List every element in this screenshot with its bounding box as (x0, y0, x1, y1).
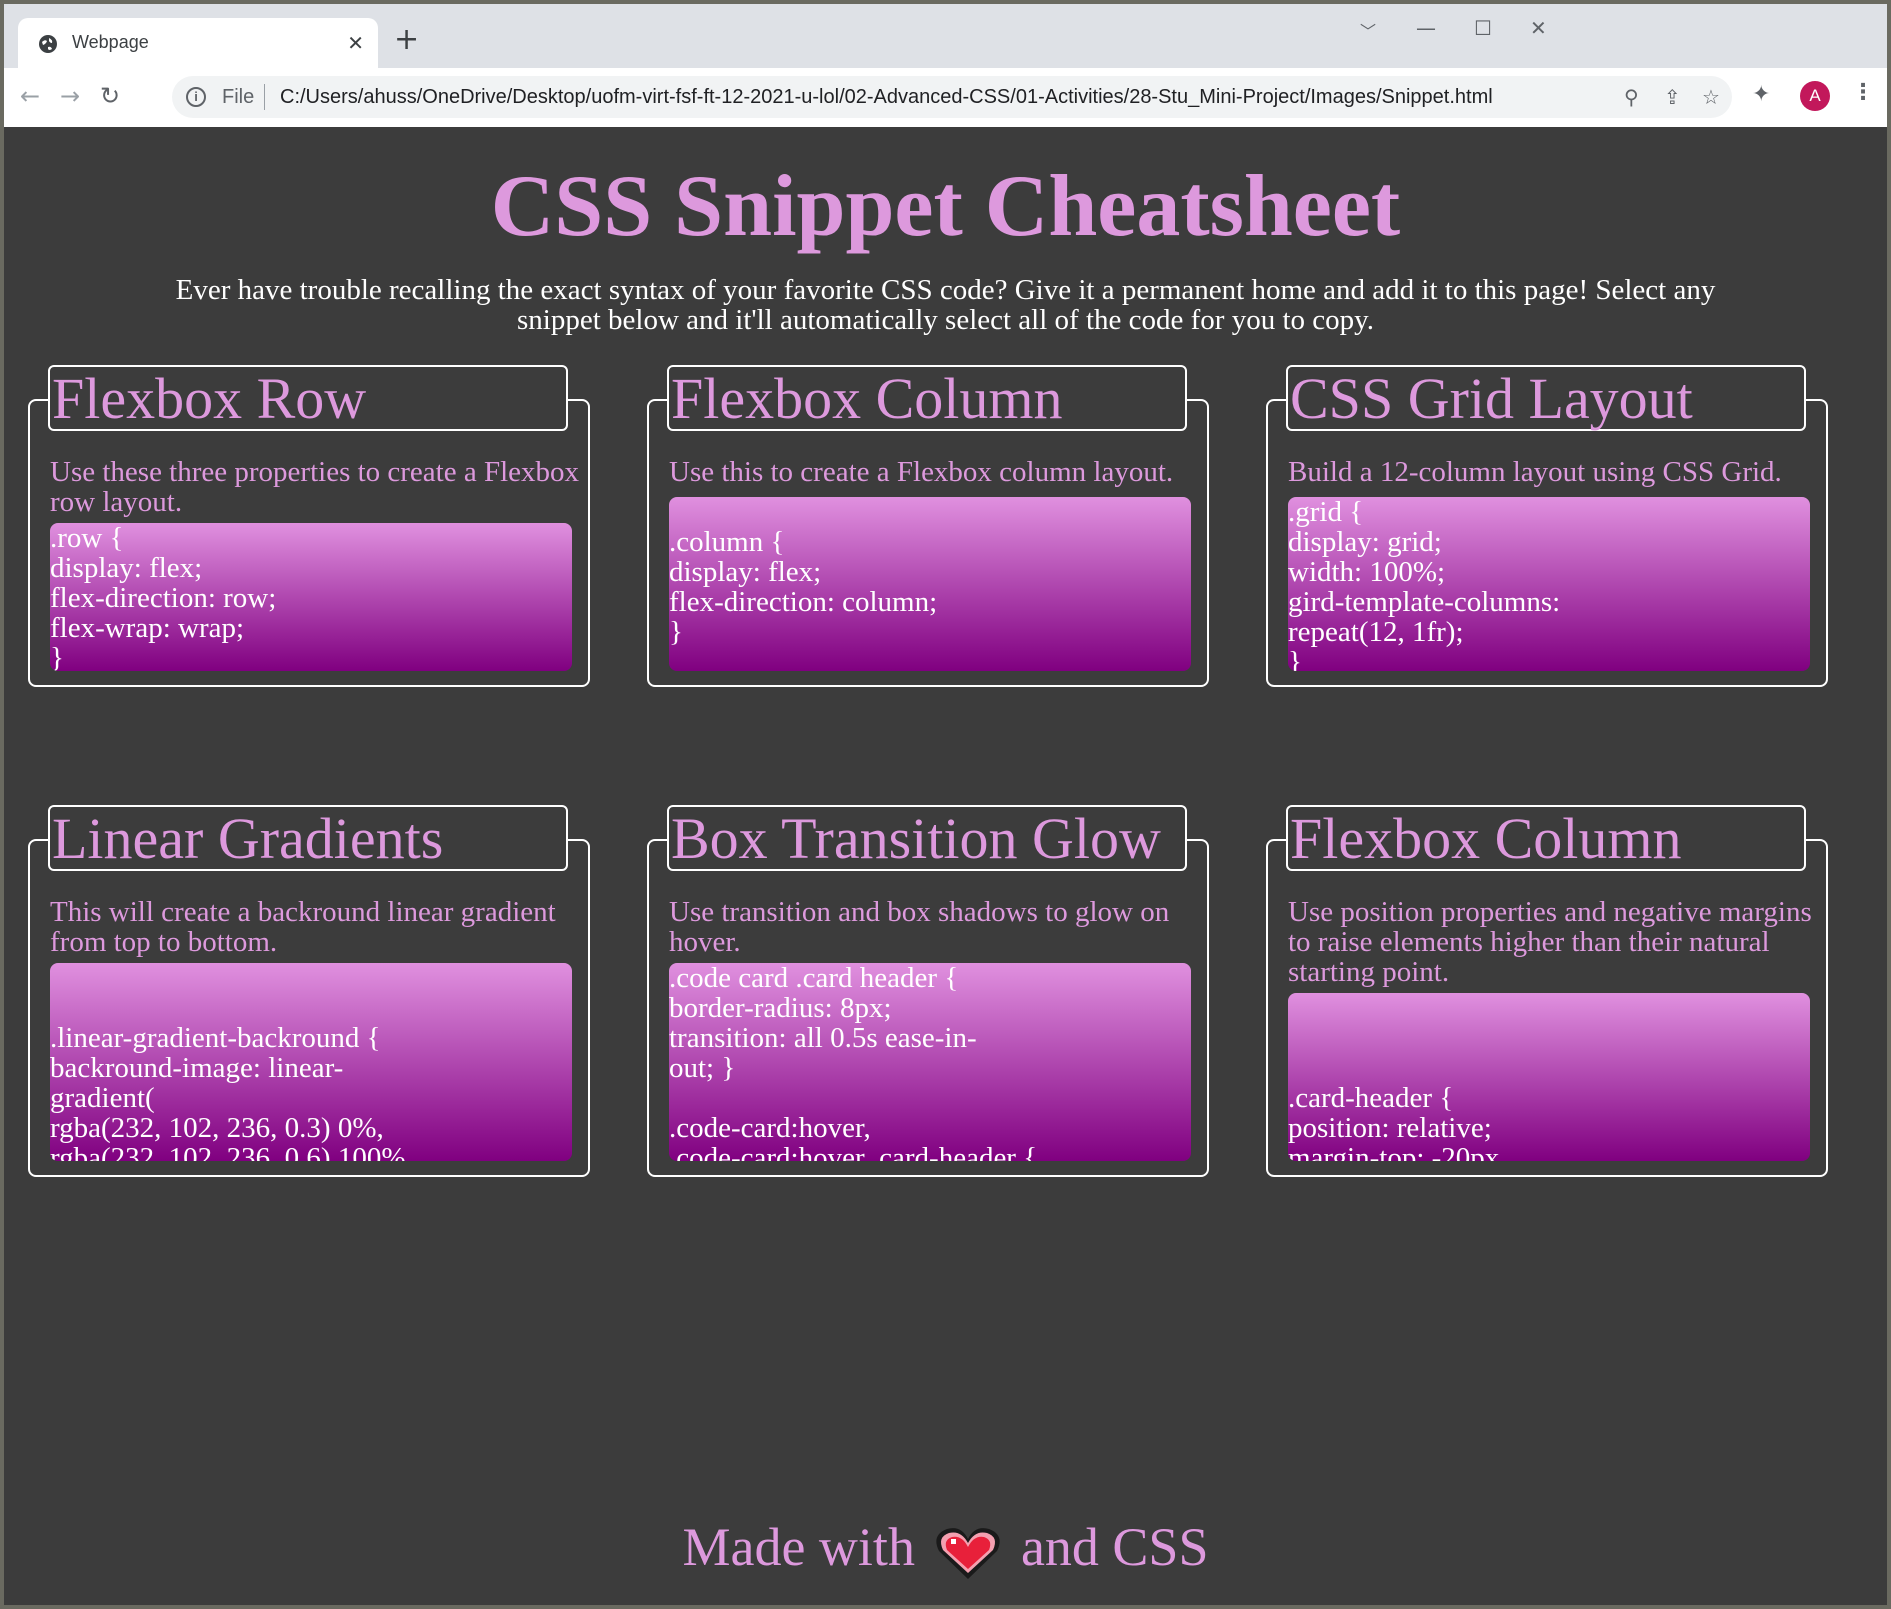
browser-window: Webpage ✕ + ﹀ — ☐ ✕ ← → ↻ i File C:/User… (4, 4, 1887, 1605)
code-snippet[interactable]: .code card .card header { border-radius:… (669, 963, 1191, 1161)
code-snippet[interactable]: .grid { display: grid; width: 100%; gird… (1288, 497, 1810, 671)
browser-tab[interactable]: Webpage ✕ (18, 18, 378, 68)
tab-bar: Webpage ✕ + ﹀ — ☐ ✕ (4, 4, 1887, 68)
card-header: Linear Gradients (48, 805, 568, 871)
maximize-icon[interactable]: ☐ (1474, 16, 1492, 40)
snippet-card[interactable]: Linear Gradients This will create a back… (28, 805, 590, 1177)
info-icon[interactable]: i (186, 87, 206, 107)
tab-search-icon[interactable]: ﹀ (1360, 18, 1376, 42)
card-description: Use position properties and negative mar… (1288, 896, 1812, 988)
card-description: This will create a backround linear grad… (50, 896, 556, 958)
share-icon[interactable]: ⇪ (1664, 85, 1681, 109)
back-icon[interactable]: ← (20, 82, 40, 110)
heart-icon (936, 1527, 1000, 1579)
card-description: Use these three properties to create a F… (50, 456, 580, 518)
card-header: Flexbox Row (48, 365, 568, 431)
card-header: Box Transition Glow (667, 805, 1187, 871)
page-intro: Ever have trouble recalling the exact sy… (175, 274, 1716, 336)
tab-title: Webpage (72, 32, 149, 52)
profile-avatar[interactable]: A (1800, 81, 1830, 111)
url-text[interactable]: C:/Users/ahuss/OneDrive/Desktop/uofm-vir… (280, 86, 1493, 109)
snippet-card[interactable]: Flexbox Column Use this to create a Flex… (647, 365, 1209, 687)
card-title: Linear Gradients (52, 806, 444, 871)
card-title: CSS Grid Layout (1290, 366, 1693, 431)
footer: Made with and CSS (4, 1517, 1887, 1583)
snippet-card[interactable]: CSS Grid Layout Build a 12-column layout… (1266, 365, 1828, 687)
card-description: Build a 12-column layout using CSS Grid. (1288, 456, 1782, 488)
code-snippet[interactable]: .row { display: flex; flex-direction: ro… (50, 523, 572, 671)
card-description: Use this to create a Flexbox column layo… (669, 456, 1174, 488)
card-title: Flexbox Column (671, 366, 1063, 431)
more-menu-icon[interactable]: ⋮ (1852, 80, 1874, 105)
browser-toolbar: ← → ↻ i File C:/Users/ahuss/OneDrive/Des… (4, 68, 1887, 127)
card-title: Flexbox Row (52, 366, 367, 431)
footer-prefix: Made with (682, 1517, 915, 1577)
address-bar[interactable]: i File C:/Users/ahuss/OneDrive/Desktop/u… (172, 76, 1732, 118)
card-title: Flexbox Column (1290, 806, 1682, 871)
snippet-card[interactable]: Flexbox Row Use these three properties t… (28, 365, 590, 687)
close-tab-icon[interactable]: ✕ (347, 31, 364, 55)
card-description: Use transition and box shadows to glow o… (669, 896, 1170, 958)
page-content: CSS Snippet Cheatsheet Ever have trouble… (4, 127, 1887, 1605)
reload-icon[interactable]: ↻ (100, 82, 120, 110)
card-header: Flexbox Column (667, 365, 1187, 431)
code-snippet[interactable]: .card-header { position: relative; margi… (1288, 993, 1810, 1161)
zoom-icon[interactable]: ⚲ (1624, 85, 1639, 109)
globe-icon (39, 35, 57, 53)
minimize-icon[interactable]: — (1416, 16, 1436, 40)
page-title: CSS Snippet Cheatsheet (490, 158, 1401, 255)
close-window-icon[interactable]: ✕ (1530, 16, 1547, 40)
footer-suffix: and CSS (1020, 1517, 1209, 1577)
code-snippet[interactable]: .column { display: flex; flex-direction:… (669, 497, 1191, 671)
snippet-card[interactable]: Flexbox Column Use position properties a… (1266, 805, 1828, 1177)
card-header: CSS Grid Layout (1286, 365, 1806, 431)
url-scheme-label: File (222, 86, 255, 108)
code-snippet[interactable]: .linear-gradient-backround { backround-i… (50, 963, 572, 1161)
card-title: Box Transition Glow (671, 806, 1161, 871)
url-separator (264, 84, 265, 110)
forward-icon[interactable]: → (60, 82, 80, 110)
extensions-icon[interactable]: ✦ (1752, 82, 1770, 107)
card-header: Flexbox Column (1286, 805, 1806, 871)
bookmark-star-icon[interactable]: ☆ (1702, 85, 1720, 109)
snippet-card[interactable]: Box Transition Glow Use transition and b… (647, 805, 1209, 1177)
new-tab-icon[interactable]: + (394, 25, 419, 55)
